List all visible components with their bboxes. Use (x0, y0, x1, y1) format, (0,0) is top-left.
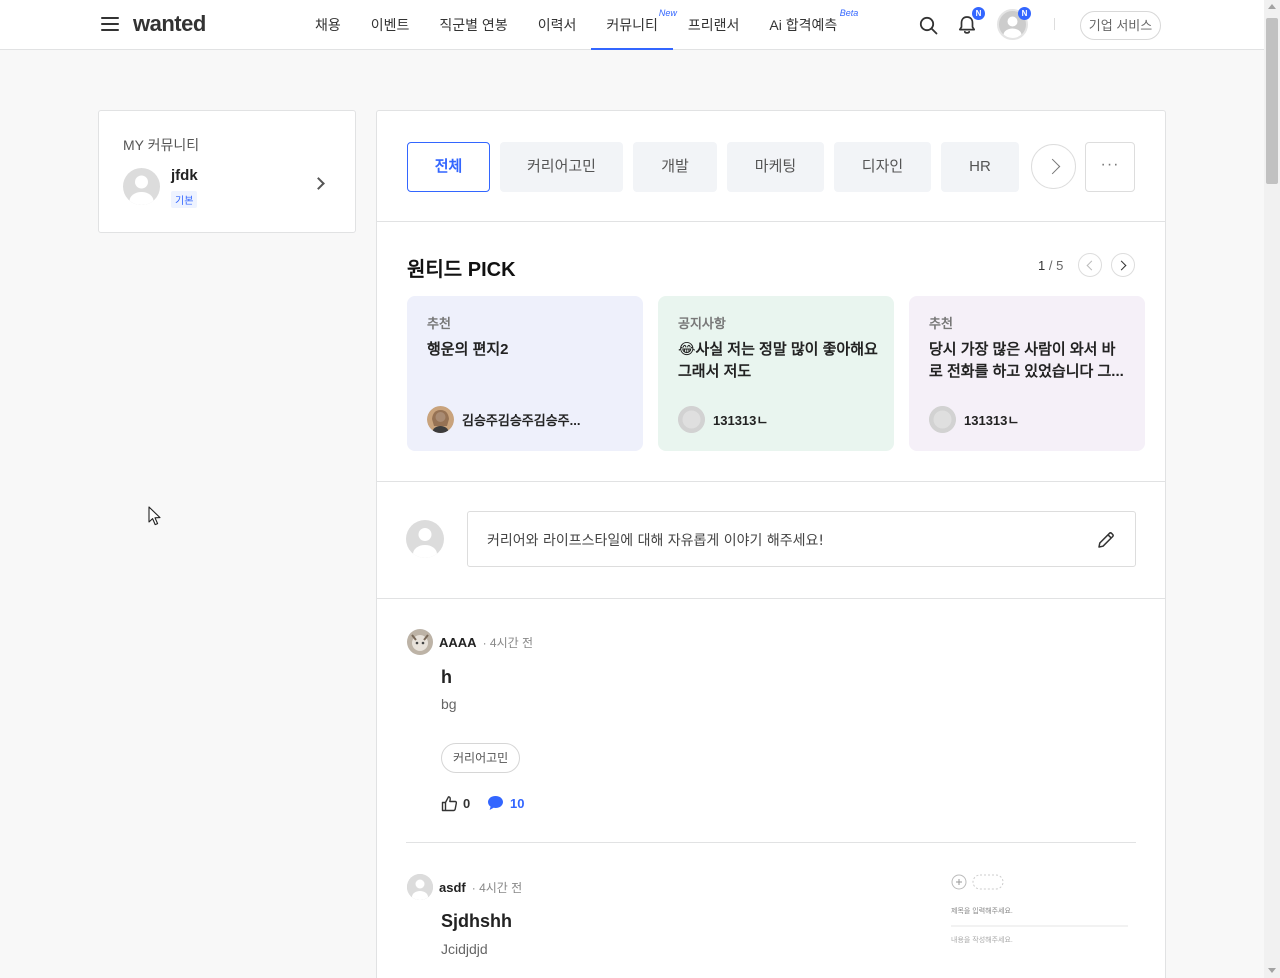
post-thumbnail[interactable]: 제목을 입력해주세요. 내용을 작성해주세요. (943, 866, 1133, 956)
nav-item-ai-prediction[interactable]: Ai 합격예측 Beta (754, 0, 858, 50)
author-avatar (427, 406, 454, 433)
post-author[interactable]: asdf (439, 880, 466, 895)
tier-badge: 기본 (171, 191, 198, 208)
post-composer-input[interactable]: 커리어와 라이프스타일에 대해 자유롭게 이야기 해주세요! (467, 511, 1136, 567)
post-body[interactable]: Jcidjdjd (441, 941, 488, 957)
menu-icon[interactable] (101, 17, 119, 31)
pick-card-author: 김승주김승주김승주... (427, 406, 580, 433)
post-body[interactable]: bg (441, 696, 457, 712)
user-avatar (123, 168, 160, 205)
nav-item-resume[interactable]: 이력서 (523, 0, 592, 50)
header-divider (1054, 18, 1055, 30)
pencil-icon[interactable] (1096, 530, 1116, 550)
pick-card[interactable]: 추천 당시 가장 많은 사람이 와서 바로 전화를 하고 있었습니다 그... … (909, 296, 1145, 451)
category-more-button[interactable]: ··· (1085, 142, 1135, 192)
nav-item-events[interactable]: 이벤트 (356, 0, 425, 50)
thumbnail-line: 내용을 작성해주세요. (951, 937, 1013, 944)
search-icon[interactable] (919, 16, 938, 35)
post-title[interactable]: h (441, 667, 452, 688)
pick-pagination: 1 / 5 (1038, 258, 1064, 273)
pick-card-category: 추천 (929, 316, 953, 331)
nav-item-community[interactable]: 커뮤니티 New (591, 0, 677, 50)
like-count: 0 (463, 796, 471, 811)
thumbnail-line: 제목을 입력해주세요. (951, 908, 1013, 915)
tab-design[interactable]: 디자인 (834, 142, 931, 192)
notification-badge: N (972, 7, 985, 20)
comment-icon (488, 796, 503, 810)
category-next-button[interactable] (1031, 144, 1076, 189)
pick-card-title: 😂사실 저는 정말 많이 좋아해요 그래서 저도 (678, 341, 878, 380)
wanted-logo[interactable]: wanted (133, 11, 206, 37)
community-main-panel: 전체 커리어고민 개발 마케팅 디자인 HR ··· 원티드 PICK 1 / … (376, 110, 1166, 978)
pick-card-title: 행운의 편지2 (427, 341, 509, 358)
pick-card-title: 당시 가장 많은 사람이 와서 바로 전화를 하고 있었습니다 그... (929, 341, 1124, 380)
pick-card-author: 131313ㄴ (678, 406, 768, 433)
composer-avatar (406, 520, 444, 558)
my-community-title: MY 커뮤니티 (123, 137, 200, 153)
section-divider (377, 221, 1165, 222)
tab-hr[interactable]: HR (941, 142, 1019, 192)
scroll-up-arrow[interactable] (1268, 4, 1276, 9)
pick-card-author: 131313ㄴ (929, 406, 1019, 433)
tab-career[interactable]: 커리어고민 (500, 142, 623, 192)
section-divider (377, 481, 1165, 482)
my-community-card[interactable]: MY 커뮤니티 jfdk 기본 (98, 110, 356, 233)
scroll-down-arrow[interactable] (1268, 968, 1276, 973)
author-avatar (929, 406, 956, 433)
pick-card[interactable]: 추천 행운의 편지2 김승주김승주김승주... (407, 296, 643, 451)
scrollbar-thumb[interactable] (1266, 18, 1278, 184)
mouse-cursor-icon (148, 506, 161, 526)
beta-label: Beta (839, 8, 859, 18)
section-divider (377, 598, 1165, 599)
post-time: · 4시간 전 (471, 880, 523, 895)
profile-badge: N (1018, 7, 1031, 20)
nav-item-jobs[interactable]: 채용 (300, 0, 356, 50)
post-author[interactable]: AAAA (439, 635, 477, 650)
like-button[interactable]: 0 (441, 795, 470, 812)
thumbs-up-icon (441, 796, 458, 812)
pick-card-category: 공지사항 (678, 316, 726, 331)
comment-button[interactable]: 10 (487, 795, 524, 811)
tab-marketing[interactable]: 마케팅 (727, 142, 824, 192)
pick-prev-button[interactable] (1078, 253, 1102, 277)
comment-count: 10 (510, 795, 525, 811)
username: jfdk (171, 167, 198, 184)
top-navigation-bar: wanted 채용 이벤트 직군별 연봉 이력서 커뮤니티 New 프리랜서 Ai… (0, 0, 1264, 50)
post-divider (406, 842, 1136, 843)
tab-all[interactable]: 전체 (407, 142, 490, 192)
tab-dev[interactable]: 개발 (633, 142, 717, 192)
business-service-button[interactable]: 기업 서비스 (1080, 11, 1161, 40)
author-avatar (678, 406, 705, 433)
author-avatar[interactable] (407, 629, 433, 655)
category-tabs: 전체 커리어고민 개발 마케팅 디자인 HR (407, 142, 1019, 192)
nav-item-salary[interactable]: 직군별 연봉 (424, 0, 522, 50)
author-avatar[interactable] (407, 874, 433, 900)
main-nav: 채용 이벤트 직군별 연봉 이력서 커뮤니티 New 프리랜서 Ai 합격예측 Be… (300, 0, 858, 50)
post-meta: AAAA · 4시간 전 (407, 629, 533, 655)
pick-card-category: 추천 (427, 316, 451, 331)
post-tag[interactable]: 커리어고민 (441, 743, 521, 773)
pick-card[interactable]: 공지사항 😂사실 저는 정말 많이 좋아해요 그래서 저도 131313ㄴ (658, 296, 894, 451)
post-title[interactable]: Sjdhshh (441, 911, 512, 932)
post-meta: asdf · 4시간 전 (407, 874, 522, 900)
chevron-right-icon[interactable] (312, 177, 325, 190)
pick-section-title: 원티드 PICK (407, 259, 516, 281)
nav-item-freelancer[interactable]: 프리랜서 (673, 0, 755, 50)
composer-placeholder: 커리어와 라이프스타일에 대해 자유롭게 이야기 해주세요! (487, 533, 824, 549)
pick-next-button[interactable] (1111, 253, 1135, 277)
post-time: · 4시간 전 (482, 635, 534, 650)
